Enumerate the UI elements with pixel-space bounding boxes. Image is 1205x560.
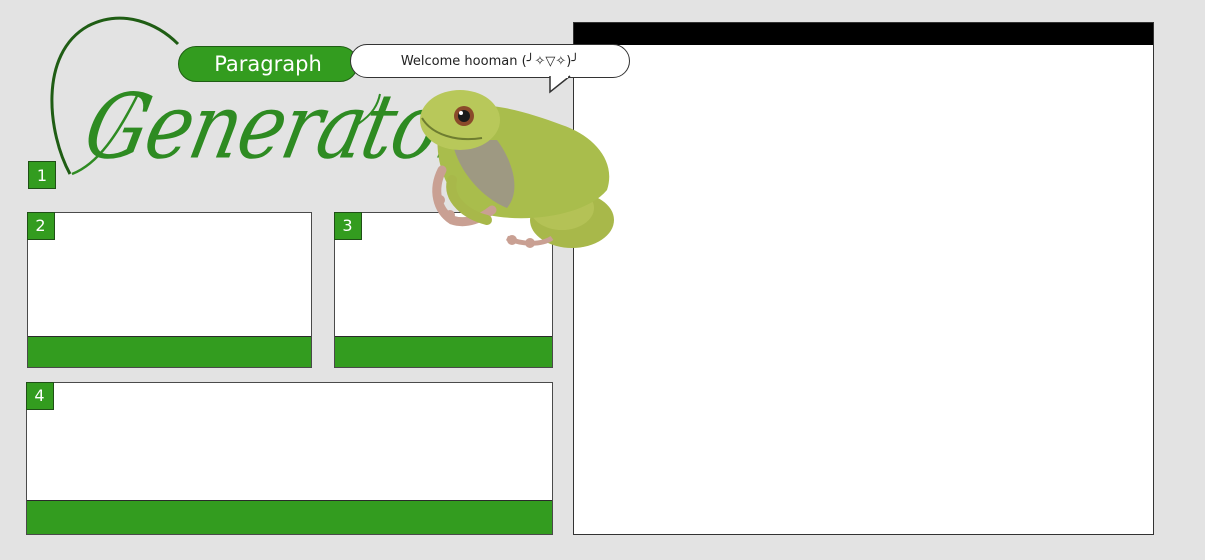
output-header-bar xyxy=(574,23,1153,45)
step-2-panel[interactable]: 2 xyxy=(26,211,312,368)
step-4-badge: 4 xyxy=(25,381,54,410)
logo: Generator Paragraph xyxy=(28,14,484,194)
frog-mascot xyxy=(420,90,614,248)
output-panel[interactable] xyxy=(573,22,1154,535)
step-4-panel[interactable]: 4 xyxy=(25,381,553,535)
step-1-badge: 1 xyxy=(28,161,56,189)
step-2-action-bar[interactable] xyxy=(28,336,311,367)
speech-bubble: Welcome hooman (╯✧▽✧)╯ xyxy=(350,44,630,78)
step-2-badge: 2 xyxy=(26,211,55,240)
logo-badge: Paragraph xyxy=(178,46,358,82)
step-3-action-bar[interactable] xyxy=(335,336,552,367)
step-4-action-bar[interactable] xyxy=(27,500,552,534)
step-3-badge: 3 xyxy=(333,211,362,240)
